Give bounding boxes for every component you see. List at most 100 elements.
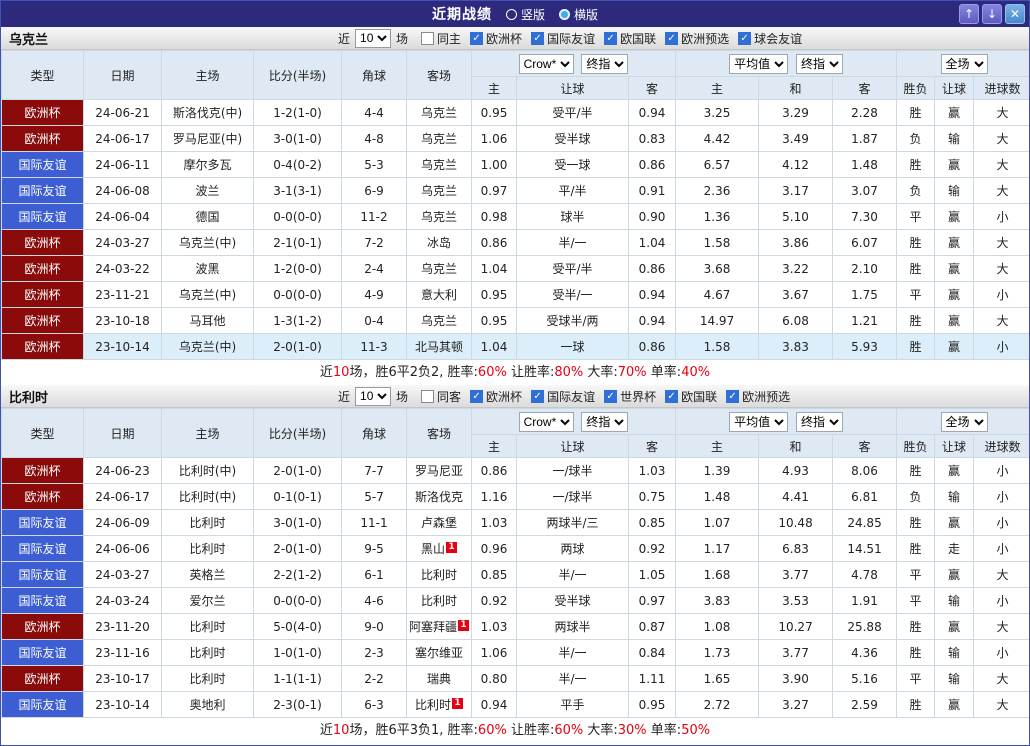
table-row[interactable]: 国际友谊23-11-16比利时1-0(1-0)2-3塞尔维亚1.06半/一0.8… bbox=[2, 640, 1030, 666]
away-team-cell[interactable]: 黑山1 bbox=[407, 536, 472, 562]
checkbox-checked-icon[interactable]: ✓ bbox=[665, 32, 678, 45]
filter-checkbox[interactable]: ✓欧洲杯 bbox=[470, 388, 522, 405]
checkbox-checked-icon[interactable]: ✓ bbox=[470, 390, 483, 403]
handicap-index-select[interactable]: 终指 bbox=[581, 54, 628, 74]
away-team-cell[interactable]: 意大利 bbox=[407, 282, 472, 308]
match-count-select[interactable]: 10 bbox=[355, 29, 391, 48]
away-team-cell[interactable]: 冰岛 bbox=[407, 230, 472, 256]
table-row[interactable]: 欧洲杯24-03-27乌克兰(中)2-1(0-1)7-2冰岛0.86半/一1.0… bbox=[2, 230, 1030, 256]
table-row[interactable]: 欧洲杯23-10-14乌克兰(中)2-0(1-0)11-3北马其顿1.04一球0… bbox=[2, 334, 1030, 360]
home-team-cell[interactable]: 德国 bbox=[162, 204, 254, 230]
checkbox-unchecked-icon[interactable] bbox=[421, 32, 434, 45]
scroll-down-button[interactable]: ↓ bbox=[982, 4, 1002, 24]
checkbox-checked-icon[interactable]: ✓ bbox=[470, 32, 483, 45]
table-row[interactable]: 国际友谊23-10-14奥地利2-3(0-1)6-3比利时10.94平手0.95… bbox=[2, 692, 1030, 718]
close-button[interactable]: ✕ bbox=[1005, 4, 1025, 24]
table-row[interactable]: 欧洲杯23-10-18马耳他1-3(1-2)0-4乌克兰0.95受球半/两0.9… bbox=[2, 308, 1030, 334]
checkbox-checked-icon[interactable]: ✓ bbox=[531, 32, 544, 45]
match-count-select[interactable]: 10 bbox=[355, 387, 391, 406]
table-row[interactable]: 欧洲杯23-11-20比利时5-0(4-0)9-0阿塞拜疆11.03两球半0.8… bbox=[2, 614, 1030, 640]
table-row[interactable]: 欧洲杯23-11-21乌克兰(中)0-0(0-0)4-9意大利0.95受半/一0… bbox=[2, 282, 1030, 308]
table-row[interactable]: 国际友谊24-06-04德国0-0(0-0)11-2乌克兰0.98球半0.901… bbox=[2, 204, 1030, 230]
table-row[interactable]: 欧洲杯23-10-17比利时1-1(1-1)2-2瑞典0.80半/一1.111.… bbox=[2, 666, 1030, 692]
table-row[interactable]: 欧洲杯24-06-21斯洛伐克(中)1-2(1-0)4-4乌克兰0.95受平/半… bbox=[2, 100, 1030, 126]
handicap-index-select[interactable]: 终指 bbox=[581, 412, 628, 432]
checkbox-checked-icon[interactable]: ✓ bbox=[531, 390, 544, 403]
radio-selected-icon[interactable] bbox=[559, 9, 570, 20]
layout-vertical-radio[interactable]: 竖版 bbox=[506, 6, 545, 23]
table-row[interactable]: 国际友谊24-03-27英格兰2-2(1-2)6-1比利时0.85半/一1.05… bbox=[2, 562, 1030, 588]
filter-checkbox[interactable]: ✓欧国联 bbox=[665, 388, 717, 405]
away-team-cell[interactable]: 比利时 bbox=[407, 562, 472, 588]
home-team-cell[interactable]: 罗马尼亚(中) bbox=[162, 126, 254, 152]
home-team-cell[interactable]: 比利时 bbox=[162, 666, 254, 692]
filter-checkbox[interactable]: 同主 bbox=[421, 30, 461, 47]
home-team-cell[interactable]: 比利时(中) bbox=[162, 458, 254, 484]
euro-bookmaker-select[interactable]: 平均值 bbox=[729, 412, 788, 432]
away-team-cell[interactable]: 卢森堡 bbox=[407, 510, 472, 536]
away-team-cell[interactable]: 罗马尼亚 bbox=[407, 458, 472, 484]
away-team-cell[interactable]: 阿塞拜疆1 bbox=[407, 614, 472, 640]
filter-checkbox[interactable]: ✓欧洲预选 bbox=[726, 388, 790, 405]
checkbox-checked-icon[interactable]: ✓ bbox=[726, 390, 739, 403]
table-row[interactable]: 欧洲杯24-06-17比利时(中)0-1(0-1)5-7斯洛伐克1.16一/球半… bbox=[2, 484, 1030, 510]
away-team-cell[interactable]: 乌克兰 bbox=[407, 178, 472, 204]
table-row[interactable]: 国际友谊24-06-11摩尔多瓦0-4(0-2)5-3乌克兰1.00受一球0.8… bbox=[2, 152, 1030, 178]
away-team-cell[interactable]: 比利时1 bbox=[407, 692, 472, 718]
handicap-bookmaker-select[interactable]: Crow* bbox=[519, 54, 574, 74]
table-row[interactable]: 国际友谊24-06-08波兰3-1(3-1)6-9乌克兰0.97平/半0.912… bbox=[2, 178, 1030, 204]
away-team-cell[interactable]: 乌克兰 bbox=[407, 126, 472, 152]
filter-checkbox[interactable]: ✓国际友谊 bbox=[531, 388, 595, 405]
filter-checkbox[interactable]: ✓欧洲杯 bbox=[470, 30, 522, 47]
checkbox-checked-icon[interactable]: ✓ bbox=[665, 390, 678, 403]
table-row[interactable]: 国际友谊24-03-24爱尔兰0-0(0-0)4-6比利时0.92受半球0.97… bbox=[2, 588, 1030, 614]
home-team-cell[interactable]: 比利时 bbox=[162, 536, 254, 562]
euro-bookmaker-select[interactable]: 平均值 bbox=[729, 54, 788, 74]
home-team-cell[interactable]: 英格兰 bbox=[162, 562, 254, 588]
filter-checkbox[interactable]: 同客 bbox=[421, 388, 461, 405]
radio-icon[interactable] bbox=[506, 9, 517, 20]
checkbox-unchecked-icon[interactable] bbox=[421, 390, 434, 403]
home-team-cell[interactable]: 乌克兰(中) bbox=[162, 282, 254, 308]
filter-checkbox[interactable]: ✓欧国联 bbox=[604, 30, 656, 47]
euro-index-select[interactable]: 终指 bbox=[796, 54, 843, 74]
checkbox-checked-icon[interactable]: ✓ bbox=[604, 390, 617, 403]
result-scope-select[interactable]: 全场 bbox=[941, 412, 988, 432]
euro-index-select[interactable]: 终指 bbox=[796, 412, 843, 432]
layout-horizontal-radio[interactable]: 横版 bbox=[559, 6, 598, 23]
away-team-cell[interactable]: 北马其顿 bbox=[407, 334, 472, 360]
filter-checkbox[interactable]: ✓球会友谊 bbox=[738, 30, 802, 47]
table-row[interactable]: 国际友谊24-06-09比利时3-0(1-0)11-1卢森堡1.03两球半/三0… bbox=[2, 510, 1030, 536]
home-team-cell[interactable]: 波黑 bbox=[162, 256, 254, 282]
away-team-cell[interactable]: 比利时 bbox=[407, 588, 472, 614]
home-team-cell[interactable]: 比利时 bbox=[162, 510, 254, 536]
table-row[interactable]: 欧洲杯24-06-23比利时(中)2-0(1-0)7-7罗马尼亚0.86一/球半… bbox=[2, 458, 1030, 484]
home-team-cell[interactable]: 奥地利 bbox=[162, 692, 254, 718]
away-team-cell[interactable]: 瑞典 bbox=[407, 666, 472, 692]
checkbox-checked-icon[interactable]: ✓ bbox=[738, 32, 751, 45]
home-team-cell[interactable]: 乌克兰(中) bbox=[162, 230, 254, 256]
table-row[interactable]: 国际友谊24-06-06比利时2-0(1-0)9-5黑山10.96两球0.921… bbox=[2, 536, 1030, 562]
checkbox-checked-icon[interactable]: ✓ bbox=[604, 32, 617, 45]
home-team-cell[interactable]: 波兰 bbox=[162, 178, 254, 204]
handicap-bookmaker-select[interactable]: Crow* bbox=[519, 412, 574, 432]
away-team-cell[interactable]: 塞尔维亚 bbox=[407, 640, 472, 666]
home-team-cell[interactable]: 乌克兰(中) bbox=[162, 334, 254, 360]
home-team-cell[interactable]: 马耳他 bbox=[162, 308, 254, 334]
scroll-up-button[interactable]: ↑ bbox=[959, 4, 979, 24]
result-scope-select[interactable]: 全场 bbox=[941, 54, 988, 74]
home-team-cell[interactable]: 摩尔多瓦 bbox=[162, 152, 254, 178]
away-team-cell[interactable]: 乌克兰 bbox=[407, 256, 472, 282]
away-team-cell[interactable]: 乌克兰 bbox=[407, 204, 472, 230]
home-team-cell[interactable]: 比利时 bbox=[162, 614, 254, 640]
home-team-cell[interactable]: 斯洛伐克(中) bbox=[162, 100, 254, 126]
home-team-cell[interactable]: 爱尔兰 bbox=[162, 588, 254, 614]
table-row[interactable]: 欧洲杯24-06-17罗马尼亚(中)3-0(1-0)4-8乌克兰1.06受半球0… bbox=[2, 126, 1030, 152]
filter-checkbox[interactable]: ✓世界杯 bbox=[604, 388, 656, 405]
home-team-cell[interactable]: 比利时(中) bbox=[162, 484, 254, 510]
table-row[interactable]: 欧洲杯24-03-22波黑1-2(0-0)2-4乌克兰1.04受平/半0.863… bbox=[2, 256, 1030, 282]
filter-checkbox[interactable]: ✓欧洲预选 bbox=[665, 30, 729, 47]
away-team-cell[interactable]: 乌克兰 bbox=[407, 308, 472, 334]
home-team-cell[interactable]: 比利时 bbox=[162, 640, 254, 666]
filter-checkbox[interactable]: ✓国际友谊 bbox=[531, 30, 595, 47]
